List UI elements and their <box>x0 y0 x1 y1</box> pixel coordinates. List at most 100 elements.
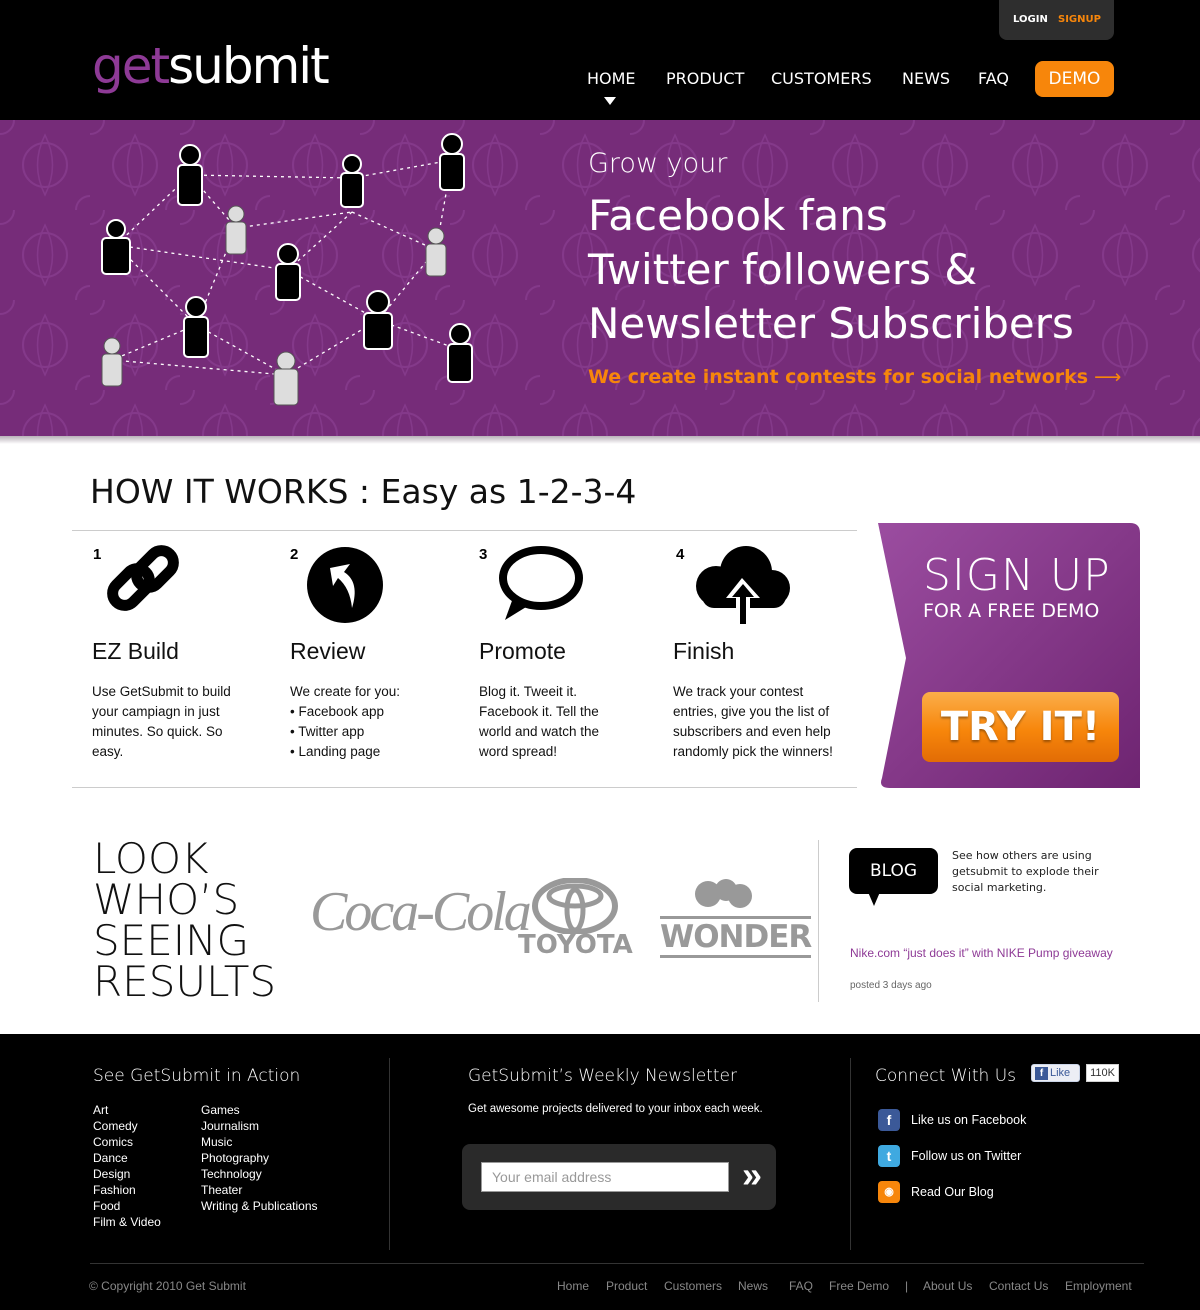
blog-post-link[interactable]: Nike.com “just does it” with NIKE Pump g… <box>850 946 1113 960</box>
category-link[interactable]: Music <box>201 1134 318 1150</box>
divider <box>72 530 857 531</box>
category-link[interactable]: Theater <box>201 1182 318 1198</box>
blog-bubble-tail <box>868 892 880 906</box>
email-input[interactable] <box>481 1162 729 1192</box>
step-title: Finish <box>673 638 735 664</box>
category-link[interactable]: Photography <box>201 1150 318 1166</box>
footer-link-customers[interactable]: Customers <box>664 1279 722 1293</box>
divider <box>72 787 857 788</box>
signup-link[interactable]: SIGNUP <box>1058 14 1101 25</box>
speech-bubble-icon <box>499 546 583 620</box>
step-number: 4 <box>676 546 685 563</box>
category-list: Art Comedy Comics Dance Design Fashion F… <box>93 1102 161 1230</box>
category-link[interactable]: Design <box>93 1166 161 1182</box>
login-link[interactable]: LOGIN <box>1013 14 1048 25</box>
step-number: 3 <box>479 546 488 563</box>
facebook-icon: f <box>878 1109 900 1131</box>
footer-link-home[interactable]: Home <box>557 1279 589 1293</box>
active-nav-caret-icon <box>604 97 616 105</box>
newsletter-submit-chevron-icon[interactable]: » <box>733 1157 771 1194</box>
signup-subheading: FOR A FREE DEMO <box>923 600 1100 622</box>
arrow-right-icon: ⟶ <box>1094 366 1122 388</box>
step-description: Blog it. Tweeit it. Facebook it. Tell th… <box>479 684 600 759</box>
footer-link-employment[interactable]: Employment <box>1065 1279 1132 1293</box>
nav-faq[interactable]: FAQ <box>978 70 1009 88</box>
category-link[interactable]: Art <box>93 1102 161 1118</box>
toyota-logo-icon <box>532 878 618 934</box>
logo-submit-text: submit <box>168 37 330 95</box>
blog-post-date: posted 3 days ago <box>850 980 932 991</box>
step-description: We track your contest entries, give you … <box>673 684 833 759</box>
divider <box>850 1058 851 1250</box>
blog-label: BLOG <box>849 848 938 894</box>
try-it-button[interactable]: TRY IT! <box>922 692 1119 762</box>
nav-news[interactable]: NEWS <box>902 70 950 88</box>
category-link[interactable]: Food <box>93 1198 161 1214</box>
nav-customers[interactable]: CUSTOMERS <box>771 70 872 88</box>
footer-link-news[interactable]: News <box>738 1279 768 1293</box>
category-link[interactable]: Writing & Publications <box>201 1198 318 1214</box>
divider <box>90 1263 1144 1264</box>
hero-line-facebook: Facebook fans <box>588 191 888 240</box>
coca-cola-logo: Coca-Cola <box>310 881 532 943</box>
footer-link-about[interactable]: About Us <box>923 1279 972 1293</box>
footer-link-separator: | <box>905 1279 909 1293</box>
footer-action-title: See GetSubmit in Action <box>93 1066 301 1086</box>
category-link[interactable]: Technology <box>201 1166 318 1182</box>
social-label: Like us on Facebook <box>911 1113 1027 1127</box>
category-list: Games Journalism Music Photography Techn… <box>201 1102 318 1214</box>
social-network-illustration <box>101 133 473 406</box>
footer-link-contact[interactable]: Contact Us <box>989 1279 1048 1293</box>
step-title: Review <box>290 638 366 664</box>
hero-shadow <box>0 436 1200 444</box>
step-title: EZ Build <box>92 638 179 664</box>
hero-line-twitter: Twitter followers & <box>588 245 978 294</box>
cloud-upload-icon <box>696 546 790 624</box>
footer-link-free-demo[interactable]: Free Demo <box>829 1279 889 1293</box>
hero-tagline-text: We create instant contests for social ne… <box>588 366 1089 388</box>
facebook-like-count: 110K <box>1086 1064 1119 1082</box>
hero-line-grow: Grow your <box>588 148 728 179</box>
nav-demo-button[interactable]: DEMO <box>1035 61 1114 97</box>
footer-link-product[interactable]: Product <box>606 1279 647 1293</box>
divider <box>818 840 819 1002</box>
rss-icon: ◉ <box>878 1181 900 1203</box>
step-title: Promote <box>479 638 566 664</box>
category-link[interactable]: Film & Video <box>93 1214 161 1230</box>
results-heading: LOOK WHO’S SEEING RESULTS <box>93 834 277 1006</box>
category-link[interactable]: Dance <box>93 1150 161 1166</box>
twitter-icon: t <box>878 1145 900 1167</box>
step-description: We create for you: • Facebook app • Twit… <box>290 684 401 759</box>
logo-get-text: get <box>92 37 170 95</box>
hero-tagline-link[interactable]: We create instant contests for social ne… <box>588 366 1121 388</box>
getsubmit-logo[interactable]: getsubmit <box>92 36 330 96</box>
category-link[interactable]: Comedy <box>93 1118 161 1134</box>
newsletter-description: Get awesome projects delivered to your i… <box>468 1103 763 1115</box>
toyota-wordmark: TOYOTA <box>518 930 633 960</box>
nav-home[interactable]: HOME <box>587 70 636 88</box>
how-it-works-title: HOW IT WORKS : Easy as 1-2-3-4 <box>90 472 637 511</box>
facebook-f-icon: f <box>1035 1067 1048 1080</box>
step-description: Use GetSubmit to build your campiagn in … <box>92 684 231 759</box>
category-link[interactable]: Comics <box>93 1134 161 1150</box>
copyright: © Copyright 2010 Get Submit <box>89 1279 246 1293</box>
divider <box>389 1058 390 1250</box>
hero-line-newsletter: Newsletter Subscribers <box>588 299 1074 348</box>
step-number: 2 <box>290 546 299 563</box>
wonder-balloons-icon <box>695 879 752 908</box>
category-link[interactable]: Games <box>201 1102 318 1118</box>
signup-heading: SIGN UP <box>923 550 1111 601</box>
step-number: 1 <box>93 546 102 563</box>
review-arrow-icon <box>307 547 383 623</box>
social-label: Follow us on Twitter <box>911 1149 1022 1163</box>
footer-link-faq[interactable]: FAQ <box>789 1279 813 1293</box>
facebook-like-button[interactable]: f Like <box>1031 1064 1080 1082</box>
nav-product[interactable]: PRODUCT <box>666 70 744 88</box>
wonder-logo: WONDER <box>660 916 812 958</box>
link-icon <box>107 545 179 611</box>
login-bar: LOGIN SIGNUP <box>999 0 1114 40</box>
blog-description: See how others are using getsubmit to ex… <box>952 849 1099 894</box>
facebook-like-label: Like <box>1050 1067 1071 1079</box>
category-link[interactable]: Fashion <box>93 1182 161 1198</box>
category-link[interactable]: Journalism <box>201 1118 318 1134</box>
